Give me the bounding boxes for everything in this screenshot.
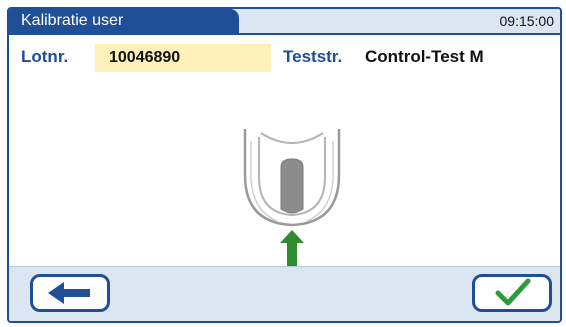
- arrow-up-icon: [280, 230, 304, 268]
- clock: 09:15:00: [499, 13, 555, 29]
- title-bar: Kalibratie user 09:15:00: [9, 9, 560, 35]
- back-button[interactable]: [30, 274, 110, 312]
- arrow-left-icon: [48, 282, 90, 304]
- lot-number-label: Lotnr.: [21, 47, 69, 66]
- device-screen: Kalibratie user 09:15:00 Lotnr. 10046890…: [7, 7, 562, 323]
- info-row: Lotnr. 10046890 Teststr. Control-Test M: [9, 41, 560, 73]
- lot-number-value: 10046890: [95, 44, 271, 72]
- screen-title: Kalibratie user: [9, 9, 239, 35]
- test-strip-label: Teststr.: [283, 47, 343, 66]
- confirm-button[interactable]: [472, 274, 552, 312]
- test-strip-value: Control-Test M: [365, 47, 484, 66]
- strip-insertion-illustration: [237, 127, 347, 269]
- checkmark-icon: [495, 278, 531, 306]
- bottom-bar: [9, 266, 560, 321]
